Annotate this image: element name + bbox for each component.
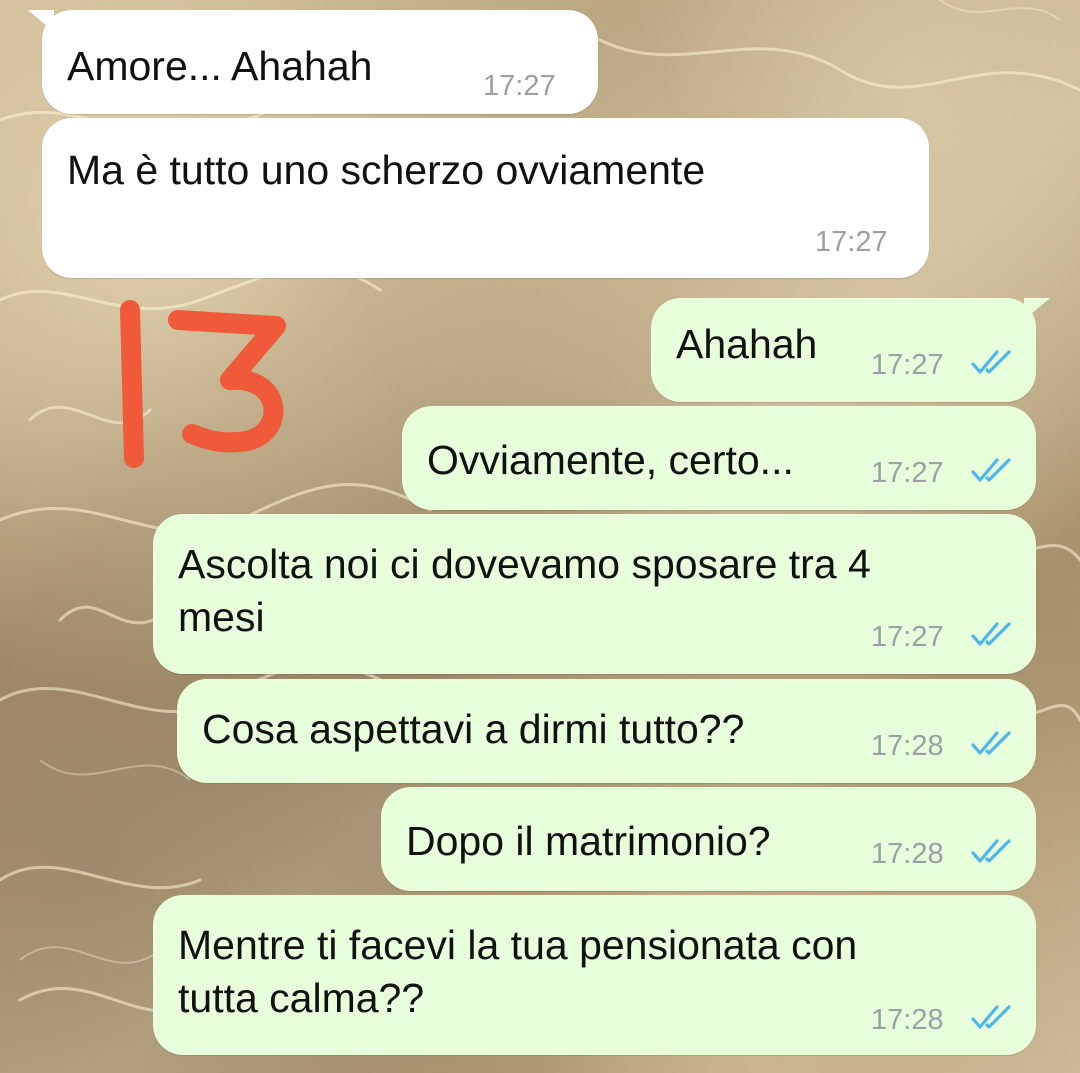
- message-time: 17:27: [815, 226, 888, 258]
- message-text: Ahahah: [676, 321, 818, 367]
- message-time: 17:28: [871, 730, 944, 762]
- message-text: Dopo il matrimonio?: [406, 818, 771, 864]
- message-bubble-outgoing[interactable]: Ascolta noi ci dovevamo sposare tra 4 me…: [153, 514, 1036, 674]
- handwritten-number-annotation: [120, 300, 286, 468]
- message-bubble-incoming[interactable]: Ma è tutto uno scherzo ovviamente 17:27: [42, 118, 929, 278]
- message-text: Amore... Ahahah: [67, 43, 373, 89]
- double-check-icon: [971, 622, 1011, 646]
- message-bubble-outgoing[interactable]: Mentre ti facevi la tua pensionata con t…: [153, 895, 1036, 1055]
- message-bubble-outgoing[interactable]: Cosa aspettavi a dirmi tutto?? 17:28: [177, 679, 1036, 783]
- bubble-tail: [28, 10, 54, 32]
- message-bubble-outgoing[interactable]: Ahahah 17:27: [651, 298, 1050, 402]
- double-check-icon: [971, 1005, 1011, 1029]
- double-check-icon: [971, 350, 1011, 374]
- bubble-tail: [1024, 298, 1050, 320]
- message-time: 17:28: [871, 838, 944, 870]
- message-bubble-incoming[interactable]: Amore... Ahahah 17:27: [28, 10, 598, 114]
- message-text: Ovviamente, certo...: [427, 437, 794, 483]
- message-time: 17:27: [871, 349, 944, 381]
- message-time: 17:28: [871, 1004, 944, 1036]
- message-text: Ma è tutto uno scherzo ovviamente: [67, 147, 706, 193]
- double-check-icon: [971, 458, 1011, 482]
- message-time: 17:27: [871, 621, 944, 653]
- message-text: Ascolta noi ci dovevamo sposare tra 4 me…: [178, 541, 871, 640]
- message-text: Cosa aspettavi a dirmi tutto??: [202, 706, 745, 752]
- message-time: 17:27: [871, 457, 944, 489]
- message-time: 17:27: [483, 70, 556, 102]
- double-check-icon: [971, 839, 1011, 863]
- message-bubble-outgoing[interactable]: Ovviamente, certo... 17:27: [402, 406, 1036, 510]
- message-bubble-outgoing[interactable]: Dopo il matrimonio? 17:28: [381, 787, 1036, 891]
- double-check-icon: [971, 731, 1011, 755]
- message-text: Mentre ti facevi la tua pensionata con t…: [178, 922, 858, 1021]
- chat-thread: Amore... Ahahah 17:27 Ma è tutto uno sch…: [0, 0, 1080, 1073]
